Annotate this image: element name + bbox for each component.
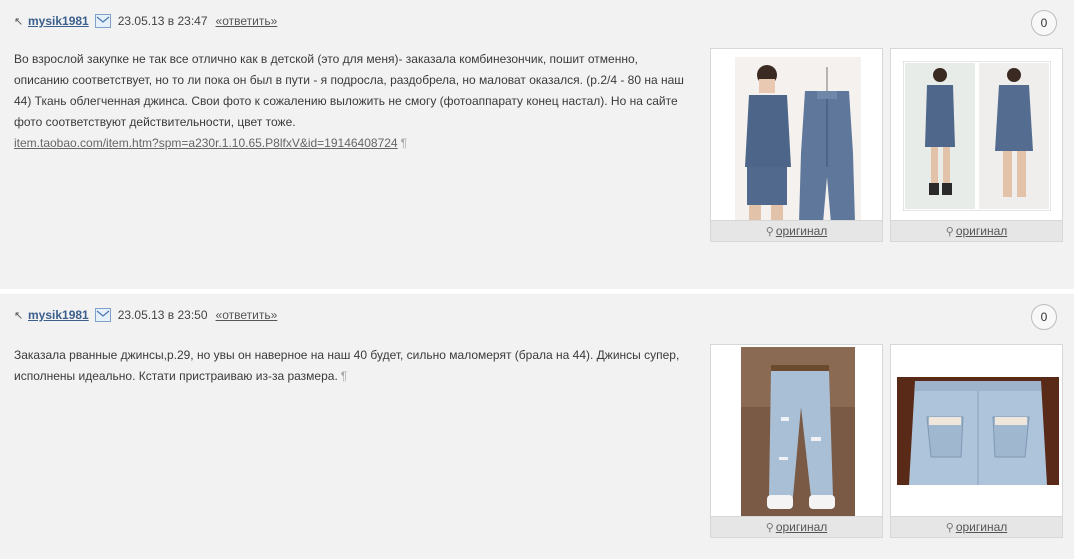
original-link[interactable]: оригинал [776, 520, 827, 534]
image-thumbnail[interactable]: ⚲ оригинал [890, 344, 1063, 538]
thumb-footer[interactable]: ⚲ оригинал [711, 516, 882, 537]
thumb-footer[interactable]: ⚲ оригинал [891, 516, 1062, 537]
mail-icon[interactable] [94, 14, 111, 28]
original-link[interactable]: оригинал [776, 224, 827, 238]
text-line: исполнены идеально. Кстати пристраиваю и… [14, 369, 338, 383]
comment-text: Во взрослой закупке не так все отлично к… [14, 49, 699, 154]
jumpsuit-front-back-photo[interactable] [903, 61, 1051, 211]
vote-counter[interactable]: 0 [1031, 304, 1057, 330]
original-link[interactable]: оригинал [956, 520, 1007, 534]
reply-arrow-icon[interactable]: ↖ [14, 15, 28, 28]
image-thumbnail[interactable]: ⚲ оригинал [710, 48, 883, 242]
comment-2: ↖ mysik1981 23.05.13 в 23:50 «ответить» … [0, 294, 1074, 559]
reply-arrow-icon[interactable]: ↖ [14, 309, 28, 322]
text-line: Во взрослой закупке не так все отлично к… [14, 52, 638, 66]
thumb-footer[interactable]: ⚲ оригинал [891, 220, 1062, 241]
text-line: Заказала рванные джинсы,р.29, но увы он … [14, 348, 680, 362]
reply-link[interactable]: «ответить» [216, 308, 278, 322]
magnifier-icon: ⚲ [765, 522, 774, 534]
author-link[interactable]: mysik1981 [28, 14, 89, 28]
vote-counter[interactable]: 0 [1031, 10, 1057, 36]
image-thumbnail[interactable]: ⚲ оригинал [890, 48, 1063, 242]
jeans-back-photo[interactable] [897, 377, 1059, 485]
text-line: описанию соответствует, но то ли пока он… [14, 73, 684, 87]
image-thumbnail[interactable]: ⚲ оригинал [710, 344, 883, 538]
mail-icon[interactable] [94, 308, 111, 322]
author-link[interactable]: mysik1981 [28, 308, 89, 322]
text-line: фото соответствуют действительности, цве… [14, 115, 296, 129]
original-link[interactable]: оригинал [956, 224, 1007, 238]
comment-date: 23.05.13 в 23:47 [117, 14, 208, 28]
thumb-footer[interactable]: ⚲ оригинал [711, 220, 882, 241]
comment-text: Заказала рванные джинсы,р.29, но увы он … [14, 345, 699, 387]
comment-1: ↖ mysik1981 23.05.13 в 23:47 «ответить» … [0, 0, 1074, 289]
permalink-icon[interactable]: ¶ [401, 136, 407, 150]
product-link[interactable]: item.taobao.com/item.htm?spm=a230r.1.10.… [14, 136, 398, 150]
magnifier-icon: ⚲ [945, 226, 954, 238]
reply-link[interactable]: «ответить» [216, 14, 278, 28]
comment-header: ↖ mysik1981 23.05.13 в 23:47 «ответить» [14, 12, 277, 30]
comment-header: ↖ mysik1981 23.05.13 в 23:50 «ответить» [14, 306, 277, 324]
jumpsuit-photo[interactable] [735, 57, 861, 223]
magnifier-icon: ⚲ [765, 226, 774, 238]
ripped-jeans-photo[interactable] [741, 347, 855, 517]
comment-date: 23.05.13 в 23:50 [117, 308, 208, 322]
permalink-icon[interactable]: ¶ [341, 369, 347, 383]
text-line: 44) Ткань облегченная джинса. Свои фото … [14, 94, 678, 108]
magnifier-icon: ⚲ [945, 522, 954, 534]
